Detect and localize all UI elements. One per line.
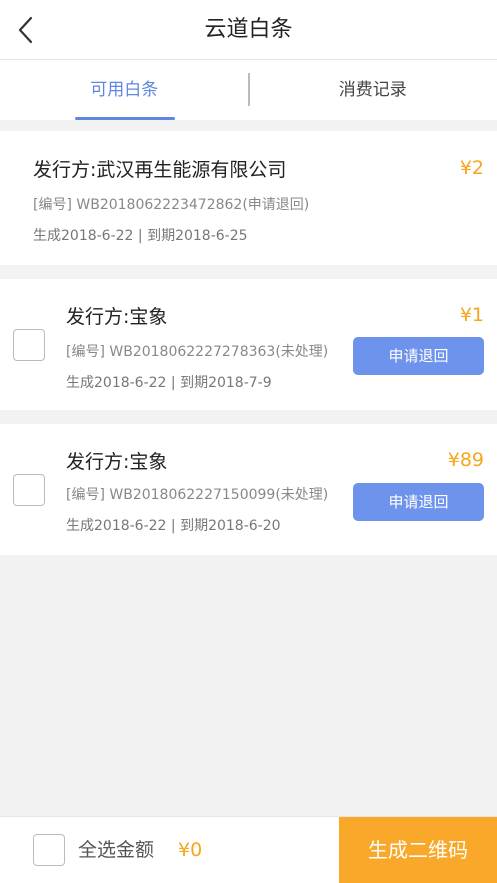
tab-active-indicator bbox=[75, 117, 175, 120]
bill-card: 发行方:宝象 ¥89 [编号] WB2018062227150099(未处理) … bbox=[0, 424, 497, 555]
bill-card: 发行方:宝象 ¥1 [编号] WB2018062227278363(未处理) 生… bbox=[0, 279, 497, 410]
bottom-bar: 全选金额 ¥0 生成二维码 bbox=[0, 816, 497, 883]
tab-available[interactable]: 可用白条 bbox=[0, 60, 249, 120]
nav-bar: 云道白条 bbox=[0, 0, 497, 60]
bill-card: 发行方:武汉再生能源有限公司 ¥2 [编号] WB201806222347286… bbox=[0, 131, 497, 265]
bill-number: [编号] WB2018062227278363(未处理) bbox=[66, 344, 329, 360]
tab-records[interactable]: 消费记录 bbox=[249, 60, 497, 120]
generate-qrcode-button[interactable]: 生成二维码 bbox=[339, 817, 497, 883]
bill-issuer: 发行方:宝象 bbox=[66, 451, 168, 473]
bill-dates: 生成2018-6-22 | 到期2018-7-9 bbox=[66, 375, 272, 391]
bill-number: [编号] WB2018062227150099(未处理) bbox=[66, 487, 329, 503]
total-amount: ¥0 bbox=[178, 839, 203, 861]
tab-records-label: 消费记录 bbox=[338, 80, 407, 100]
bill-amount: ¥1 bbox=[459, 304, 484, 326]
bill-amount: ¥89 bbox=[447, 449, 484, 471]
bill-amount: ¥2 bbox=[459, 157, 484, 179]
bill-checkbox[interactable] bbox=[13, 474, 45, 506]
page-title: 云道白条 bbox=[204, 17, 293, 42]
tab-available-label: 可用白条 bbox=[90, 80, 159, 100]
bill-number: [编号] WB2018062223472862(申请退回) bbox=[33, 197, 310, 213]
bill-dates: 生成2018-6-22 | 到期2018-6-25 bbox=[33, 228, 248, 244]
bill-checkbox[interactable] bbox=[13, 329, 45, 361]
select-all-checkbox[interactable] bbox=[33, 834, 65, 866]
bill-dates: 生成2018-6-22 | 到期2018-6-20 bbox=[66, 518, 281, 534]
request-return-button[interactable]: 申请退回 bbox=[353, 337, 484, 375]
bill-issuer: 发行方:宝象 bbox=[66, 306, 168, 328]
bill-issuer: 发行方:武汉再生能源有限公司 bbox=[33, 159, 287, 181]
page: 云道白条 可用白条 消费记录 发行方:武汉再生能源有限公司 ¥2 [编号] WB… bbox=[0, 0, 497, 883]
request-return-button[interactable]: 申请退回 bbox=[353, 483, 484, 521]
select-all-label[interactable]: 全选金额 bbox=[78, 817, 154, 883]
tab-divider bbox=[248, 73, 250, 106]
